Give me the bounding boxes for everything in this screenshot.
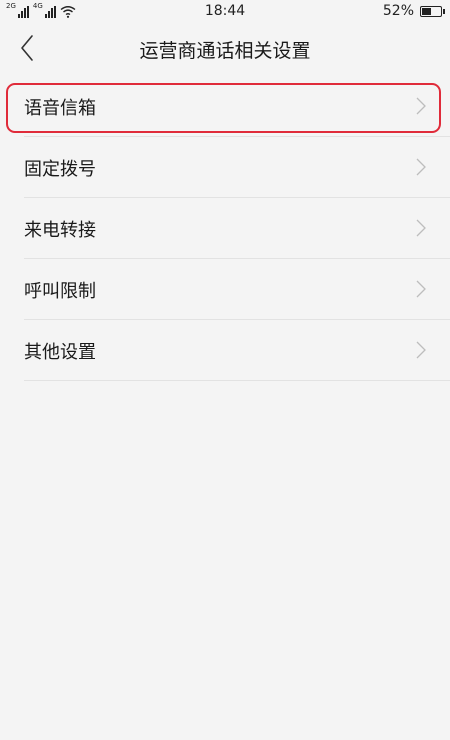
list-item-voicemail[interactable]: 语音信箱 xyxy=(0,76,450,137)
list-item-other-settings[interactable]: 其他设置 xyxy=(0,320,450,381)
battery-level xyxy=(422,7,431,15)
chevron-right-icon xyxy=(416,280,426,298)
list-item-label: 语音信箱 xyxy=(24,98,96,119)
page-title: 运营商通话相关设置 xyxy=(139,40,311,62)
list-item-label: 其他设置 xyxy=(24,342,96,363)
list-item-call-barring[interactable]: 呼叫限制 xyxy=(0,259,450,320)
list-item-label: 呼叫限制 xyxy=(24,281,96,302)
list-item-label: 固定拨号 xyxy=(24,159,96,180)
header: 运营商通话相关设置 xyxy=(0,22,450,76)
list-item-fixed-dialing[interactable]: 固定拨号 xyxy=(0,137,450,198)
list-item-label: 来电转接 xyxy=(24,220,96,241)
settings-list: 语音信箱 固定拨号 来电转接 呼叫限制 其他设置 xyxy=(0,76,450,381)
divider xyxy=(24,380,450,381)
status-right: 52% xyxy=(382,3,445,19)
battery-percent: 52% xyxy=(382,3,414,19)
battery-icon xyxy=(420,5,445,17)
chevron-right-icon xyxy=(416,341,426,359)
chevron-right-icon xyxy=(416,219,426,237)
chevron-right-icon xyxy=(416,97,426,115)
chevron-right-icon xyxy=(416,158,426,176)
status-bar: 2G 4G 18:44 52% xyxy=(0,0,450,22)
list-item-call-forwarding[interactable]: 来电转接 xyxy=(0,198,450,259)
